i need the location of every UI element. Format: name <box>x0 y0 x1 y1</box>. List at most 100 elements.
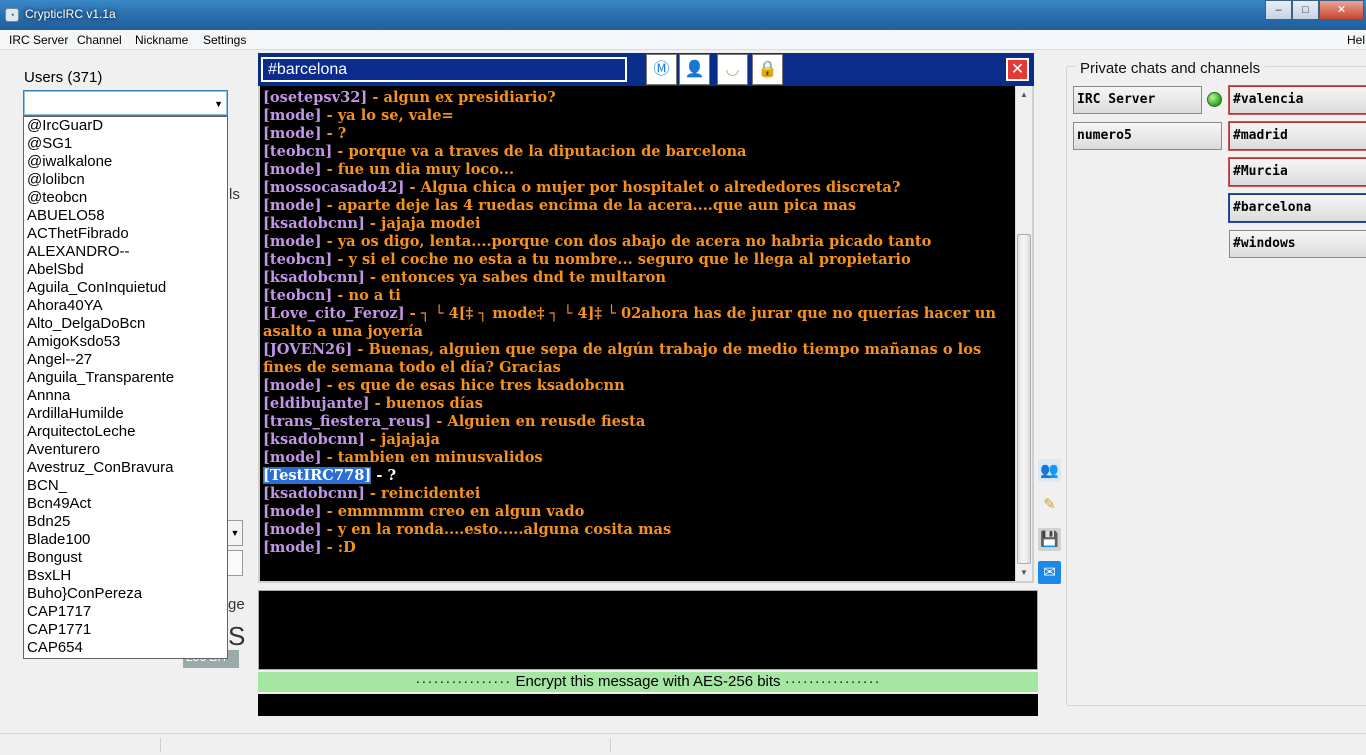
chat-nick[interactable]: [osetepsv32] <box>263 89 367 106</box>
user-list-item[interactable]: Bdn25 <box>24 513 227 531</box>
scroll-down-icon[interactable]: ▼ <box>1016 564 1032 581</box>
user-list-item[interactable]: CAP1717 <box>24 603 227 621</box>
menu-irc-server[interactable]: IRC Server <box>9 33 68 47</box>
users-list[interactable]: @IrcGuarD @SG1 @iwalkalone @lolibcn @teobcn A… <box>23 116 228 659</box>
channel-tab-windows[interactable]: #windows <box>1229 230 1366 258</box>
user-list-item[interactable]: Anguila_Transparente <box>24 369 227 387</box>
chat-nick[interactable]: [mode] <box>263 377 321 394</box>
chat-nick[interactable]: [trans_fiestera_reus] <box>263 413 431 430</box>
user-list-item[interactable]: AbelSbd <box>24 261 227 279</box>
irc-server-button[interactable]: IRC Server <box>1073 86 1202 114</box>
channel-tab-madrid[interactable]: #madrid <box>1229 122 1366 150</box>
chat-nick[interactable]: [JOVEN26] <box>263 341 352 358</box>
close-window-button[interactable]: ✕ <box>1319 0 1364 20</box>
user-list-item[interactable]: Buho}ConPereza <box>24 585 227 603</box>
chat-nick[interactable]: [mode] <box>263 539 321 556</box>
scroll-up-icon[interactable]: ▲ <box>1016 86 1032 103</box>
maximize-button[interactable]: □ <box>1292 0 1319 20</box>
user-list-item[interactable]: Bongust <box>24 549 227 567</box>
user-list-item[interactable]: CAP1771 <box>24 621 227 639</box>
broom-icon[interactable]: ✎ <box>1038 493 1061 516</box>
chat-message: [trans_fiestera_reus] - Alguien en reusd… <box>263 413 1013 431</box>
menu-help[interactable]: Hel <box>1347 33 1365 47</box>
chat-log[interactable]: [osetepsv32] - algun ex presidiario? [mod… <box>258 86 1034 583</box>
channel-tab-barcelona[interactable]: #barcelona <box>1229 194 1366 222</box>
eye-icon[interactable]: ◡ <box>717 54 748 85</box>
chat-nick[interactable]: [ksadobcnn] <box>263 269 365 286</box>
user-list-item[interactable]: ACThetFibrado <box>24 225 227 243</box>
chat-nick[interactable]: [mossocasado42] <box>263 179 404 196</box>
channel-tab-murcia[interactable]: #Murcia <box>1229 158 1366 186</box>
menu-nickname[interactable]: Nickname <box>135 33 188 47</box>
chat-nick[interactable]: [teobcn] <box>263 143 332 160</box>
users-dropdown[interactable]: ▼ <box>23 90 228 116</box>
mirc-icon[interactable]: Ⓜ <box>646 54 677 85</box>
chat-nick[interactable]: [ksadobcnn] <box>263 215 365 232</box>
user-list-item[interactable]: @lolibcn <box>24 171 227 189</box>
save-icon[interactable]: 💾 <box>1038 528 1061 551</box>
user-list-item[interactable]: Annna <box>24 387 227 405</box>
user-list-item[interactable]: BCN_ <box>24 477 227 495</box>
user-list-item[interactable]: @iwalkalone <box>24 153 227 171</box>
user-list-item[interactable]: Alto_DelgaDoBcn <box>24 315 227 333</box>
chat-nick[interactable]: [mode] <box>263 449 321 466</box>
user-list-item[interactable]: Ahora40YA <box>24 297 227 315</box>
encrypt-toggle-bar[interactable]: ················ Encrypt this message wi… <box>258 672 1038 692</box>
user-list-item[interactable]: AmigoKsdo53 <box>24 333 227 351</box>
channel-tab-valencia[interactable]: #valencia <box>1229 86 1366 114</box>
hidden-input-box[interactable] <box>228 550 243 576</box>
user-list-item[interactable]: ABUELO58 <box>24 207 227 225</box>
chat-nick[interactable]: [teobcn] <box>263 251 332 268</box>
user-list-item[interactable]: CAP654 <box>24 639 227 657</box>
chat-nick[interactable]: [ksadobcnn] <box>263 485 365 502</box>
chat-text: - Alguien en reusde fiesta <box>431 413 646 430</box>
user-list-item[interactable]: Bcn49Act <box>24 495 227 513</box>
chat-text: - jajaja modei <box>364 215 481 232</box>
chat-nick[interactable]: [mode] <box>263 521 321 538</box>
user-list-item[interactable]: Avestruz_ConBravura <box>24 459 227 477</box>
user-list-item[interactable]: ArquitectoLeche <box>24 423 227 441</box>
hidden-logo-fragment: S <box>228 621 246 651</box>
user-list-item[interactable]: @teobcn <box>24 189 227 207</box>
user-list-item[interactable]: Blade100 <box>24 531 227 549</box>
menu-settings[interactable]: Settings <box>203 33 246 47</box>
user-list-item[interactable]: Aventurero <box>24 441 227 459</box>
chat-nick[interactable]: [mode] <box>263 161 321 178</box>
chat-nick[interactable]: [ksadobcnn] <box>263 431 365 448</box>
chat-message: [Love_cito_Feroz] - ┐ └ 4[‡ ┐ mode‡ ┐ └ … <box>263 305 1013 341</box>
chat-nick[interactable]: [eldibujante] <box>263 395 370 412</box>
chat-nick[interactable]: [teobcn] <box>263 287 332 304</box>
chat-message: [mode] - ya os digo, lenta....porque con… <box>263 233 1013 251</box>
user-list-item[interactable]: BsxLH <box>24 567 227 585</box>
minimize-button[interactable]: – <box>1265 0 1292 20</box>
user-list-item[interactable]: Angel--27 <box>24 351 227 369</box>
lock-icon[interactable]: 🔒 <box>752 54 783 85</box>
status-separator <box>610 738 611 752</box>
scroll-thumb[interactable] <box>1017 234 1031 564</box>
title-bar: ◔ CrypticIRC v1.1a – □ ✕ <box>0 0 1366 30</box>
close-channel-button[interactable]: ✕ <box>1006 58 1029 81</box>
chevron-down-icon: ▼ <box>214 99 223 109</box>
chat-nick[interactable]: [mode] <box>263 107 321 124</box>
menu-channel[interactable]: Channel <box>77 33 122 47</box>
chat-nick[interactable]: [mode] <box>263 125 321 142</box>
user-list-item[interactable]: ALEXANDRO-- <box>24 243 227 261</box>
hidden-dropdown-arrow[interactable]: ▼ <box>228 520 243 546</box>
users-group-icon[interactable]: 👥 <box>1038 459 1061 482</box>
mail-icon[interactable]: ✉ <box>1038 561 1061 584</box>
chat-scrollbar[interactable]: ▲ ▼ <box>1015 86 1032 581</box>
chat-message: [osetepsv32] - algun ex presidiario? <box>263 89 1013 107</box>
chat-nick[interactable]: [mode] <box>263 503 321 520</box>
user-icon[interactable]: 👤 <box>679 54 710 85</box>
chat-nick[interactable]: [mode] <box>263 233 321 250</box>
chat-nick[interactable]: [TestIRC778] <box>263 467 372 484</box>
nickname-button[interactable]: numero5 <box>1073 122 1222 150</box>
channel-header: #barcelona Ⓜ 👤 ◡ 🔒 ✕ <box>258 53 1034 86</box>
user-list-item[interactable]: ArdillaHumilde <box>24 405 227 423</box>
chat-nick[interactable]: [Love_cito_Feroz] <box>263 305 405 322</box>
user-list-item[interactable]: @SG1 <box>24 135 227 153</box>
chat-nick[interactable]: [mode] <box>263 197 321 214</box>
user-list-item[interactable]: @IrcGuarD <box>24 117 227 135</box>
message-input[interactable] <box>258 590 1038 670</box>
user-list-item[interactable]: Aguila_ConInquietud <box>24 279 227 297</box>
